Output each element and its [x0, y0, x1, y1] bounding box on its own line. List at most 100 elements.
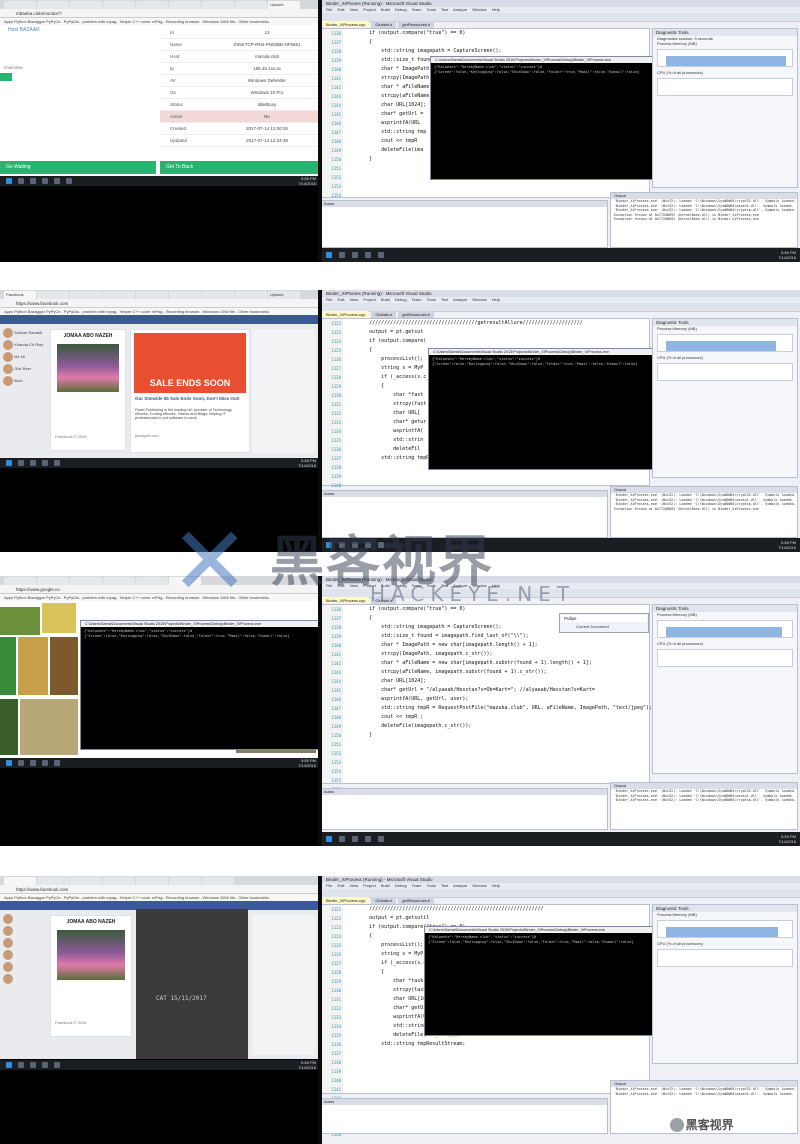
- browser-tab[interactable]: [37, 1, 69, 9]
- code-line[interactable]: cout << tmpR ;: [345, 713, 649, 722]
- browser-tab-active[interactable]: Facebook: [4, 291, 36, 299]
- browser-tab[interactable]: [70, 1, 102, 9]
- ad-title[interactable]: Our Sitewide $5 Sale Ends Soon, Don't Mi…: [135, 396, 245, 401]
- search-icon[interactable]: [339, 836, 345, 842]
- console-window[interactable]: C:\Users\Samsi\Documents\Visual Studio 2…: [424, 926, 656, 1036]
- browser-tab[interactable]: [136, 1, 168, 9]
- get-to-back-button[interactable]: Get To Back: [160, 161, 318, 174]
- browser-tab[interactable]: Upwork: [268, 291, 300, 299]
- visual-studio-icon[interactable]: [66, 178, 72, 184]
- code-line[interactable]: if (output.compare(: [345, 337, 649, 346]
- windows-start-icon[interactable]: [326, 252, 332, 258]
- browser-tab-active[interactable]: [4, 877, 36, 885]
- search-icon[interactable]: [18, 1062, 24, 1068]
- image-thumbnail[interactable]: [0, 699, 18, 755]
- code-line[interactable]: strcpy(ImagePath, imagepath.c_str());: [345, 650, 649, 659]
- windows-start-icon[interactable]: [6, 1062, 12, 1068]
- explorer-icon[interactable]: [352, 252, 358, 258]
- vs-tab[interactable]: getResources.h: [398, 311, 435, 318]
- vs-tab[interactable]: Globals.h: [371, 597, 397, 604]
- explorer-icon[interactable]: [42, 178, 48, 184]
- friend-row[interactable]: [0, 913, 44, 925]
- windows-start-icon[interactable]: [326, 836, 332, 842]
- browser-tab[interactable]: [202, 1, 234, 9]
- browser-tab[interactable]: [169, 291, 201, 299]
- friend-row[interactable]: [0, 937, 44, 949]
- chrome-icon[interactable]: [365, 542, 371, 548]
- visual-studio-icon[interactable]: [378, 252, 384, 258]
- friend-row[interactable]: Ghir Beer: [0, 363, 44, 375]
- cat-photo-viewer[interactable]: CAT 15/11/2017: [136, 909, 248, 1059]
- code-line[interactable]: }: [345, 731, 649, 740]
- browser-tab[interactable]: [103, 877, 135, 885]
- browser-tab[interactable]: [136, 291, 168, 299]
- sponsored-ad[interactable]: SALE ENDS SOON Our Sitewide $5 Sale Ends…: [130, 329, 250, 453]
- vs-tab[interactable]: Globals.h: [371, 311, 397, 318]
- vs-tab-active[interactable]: Binder_XiProcess.cpp: [322, 597, 370, 604]
- friend-row[interactable]: [0, 961, 44, 973]
- browser-tab[interactable]: [70, 291, 102, 299]
- browser-tab[interactable]: [103, 1, 135, 9]
- browser-tab[interactable]: [103, 291, 135, 299]
- image-thumbnail[interactable]: [50, 637, 78, 695]
- explorer-icon[interactable]: [42, 760, 48, 766]
- profile-name[interactable]: JOMAA ABO NAZEH: [51, 330, 125, 339]
- browser-tab-active[interactable]: Upwork: [268, 1, 300, 9]
- code-line[interactable]: char * aFileName = new char[imagepath.su…: [345, 659, 649, 668]
- profile-photo[interactable]: [57, 344, 119, 392]
- explorer-icon[interactable]: [42, 460, 48, 466]
- friend-row[interactable]: Mx Mi: [0, 351, 44, 363]
- code-line[interactable]: std::string tmpR = RequestPostFile("mazu…: [345, 704, 652, 713]
- console-window[interactable]: C:\Users\Samsi\Documents\Visual Studio 2…: [430, 56, 668, 180]
- code-line[interactable]: output = pt.getsutil: [345, 914, 649, 923]
- code-editor[interactable]: 1136 1137 1138 1139 1140 1141 1142 1143 1144 1145…: [320, 604, 652, 810]
- bookmarks-bar[interactable]: Apps Python Bazaggar PyPyCe.. PyPyDio.. …: [0, 18, 320, 25]
- code-line[interactable]: if (output.compare("true") == 0): [345, 29, 649, 38]
- windows-start-icon[interactable]: [326, 542, 332, 548]
- friend-row[interactable]: [0, 949, 44, 961]
- vs-tab-active[interactable]: Binder_XiProcess.cpp: [322, 897, 370, 904]
- bookmarks-bar[interactable]: Apps Python Bazaggar PyPyCe.. PyPyDio.. …: [0, 594, 320, 601]
- browser-tab[interactable]: [136, 577, 168, 585]
- image-thumbnail[interactable]: [0, 637, 16, 695]
- chrome-icon[interactable]: [365, 836, 371, 842]
- search-icon[interactable]: [18, 760, 24, 766]
- find-scope[interactable]: Current Document: [560, 623, 648, 630]
- visual-studio-icon[interactable]: [378, 836, 384, 842]
- image-thumbnail[interactable]: [42, 603, 76, 633]
- browser-tab[interactable]: [37, 577, 69, 585]
- browser-tab[interactable]: [136, 877, 168, 885]
- browser-tab[interactable]: [169, 1, 201, 9]
- bookmarks-bar[interactable]: Apps Python Bazaggar PyPyCe.. PyPyDio.. …: [0, 894, 320, 901]
- image-thumbnail[interactable]: [20, 699, 78, 755]
- code-line[interactable]: std::string imagepath = CaptureScreen();: [345, 47, 649, 56]
- browser-tab[interactable]: [4, 1, 36, 9]
- code-line[interactable]: deleteFile(imagepath.c_str());: [345, 722, 649, 731]
- explorer-icon[interactable]: [352, 836, 358, 842]
- vs-tab[interactable]: Globals.h: [371, 21, 397, 28]
- vs-tab[interactable]: getResources.h: [398, 897, 435, 904]
- friend-row[interactable]: Khanda Ch Ridy: [0, 339, 44, 351]
- code-line[interactable]: ////////////////////////////////////getr…: [345, 319, 649, 328]
- code-line[interactable]: strcpy(aFileName, imagepath.substr(found…: [345, 668, 649, 677]
- browser-tab[interactable]: [202, 877, 234, 885]
- vs-tab-active[interactable]: Binder_XiProcess.cpp: [322, 21, 370, 28]
- address-bar[interactable]: https://www.facebook.com: [0, 299, 320, 308]
- search-icon[interactable]: [339, 542, 345, 548]
- friend-row[interactable]: Alloh: [0, 375, 44, 387]
- search-icon[interactable]: [18, 460, 24, 466]
- bookmarks-bar[interactable]: Apps Python Bazaggar PyPyCe.. PyPyDio.. …: [0, 308, 320, 315]
- vs-tab[interactable]: getResources.h: [398, 21, 435, 28]
- go-waiting-button[interactable]: Go Waiting: [0, 161, 156, 174]
- code-line[interactable]: ////////////////////////////////////////…: [345, 905, 649, 914]
- profile-name[interactable]: JOMAA ABO NAZEH: [51, 916, 131, 925]
- image-thumbnail[interactable]: [0, 607, 40, 635]
- browser-tab[interactable]: [70, 577, 102, 585]
- image-thumbnail[interactable]: [18, 637, 48, 695]
- browser-tab[interactable]: [70, 877, 102, 885]
- browser-tab[interactable]: [4, 577, 36, 585]
- browser-tab[interactable]: [103, 577, 135, 585]
- friend-row[interactable]: [0, 925, 44, 937]
- browser-tab[interactable]: [169, 877, 201, 885]
- find-box[interactable]: Pullpe Current Document: [559, 613, 649, 633]
